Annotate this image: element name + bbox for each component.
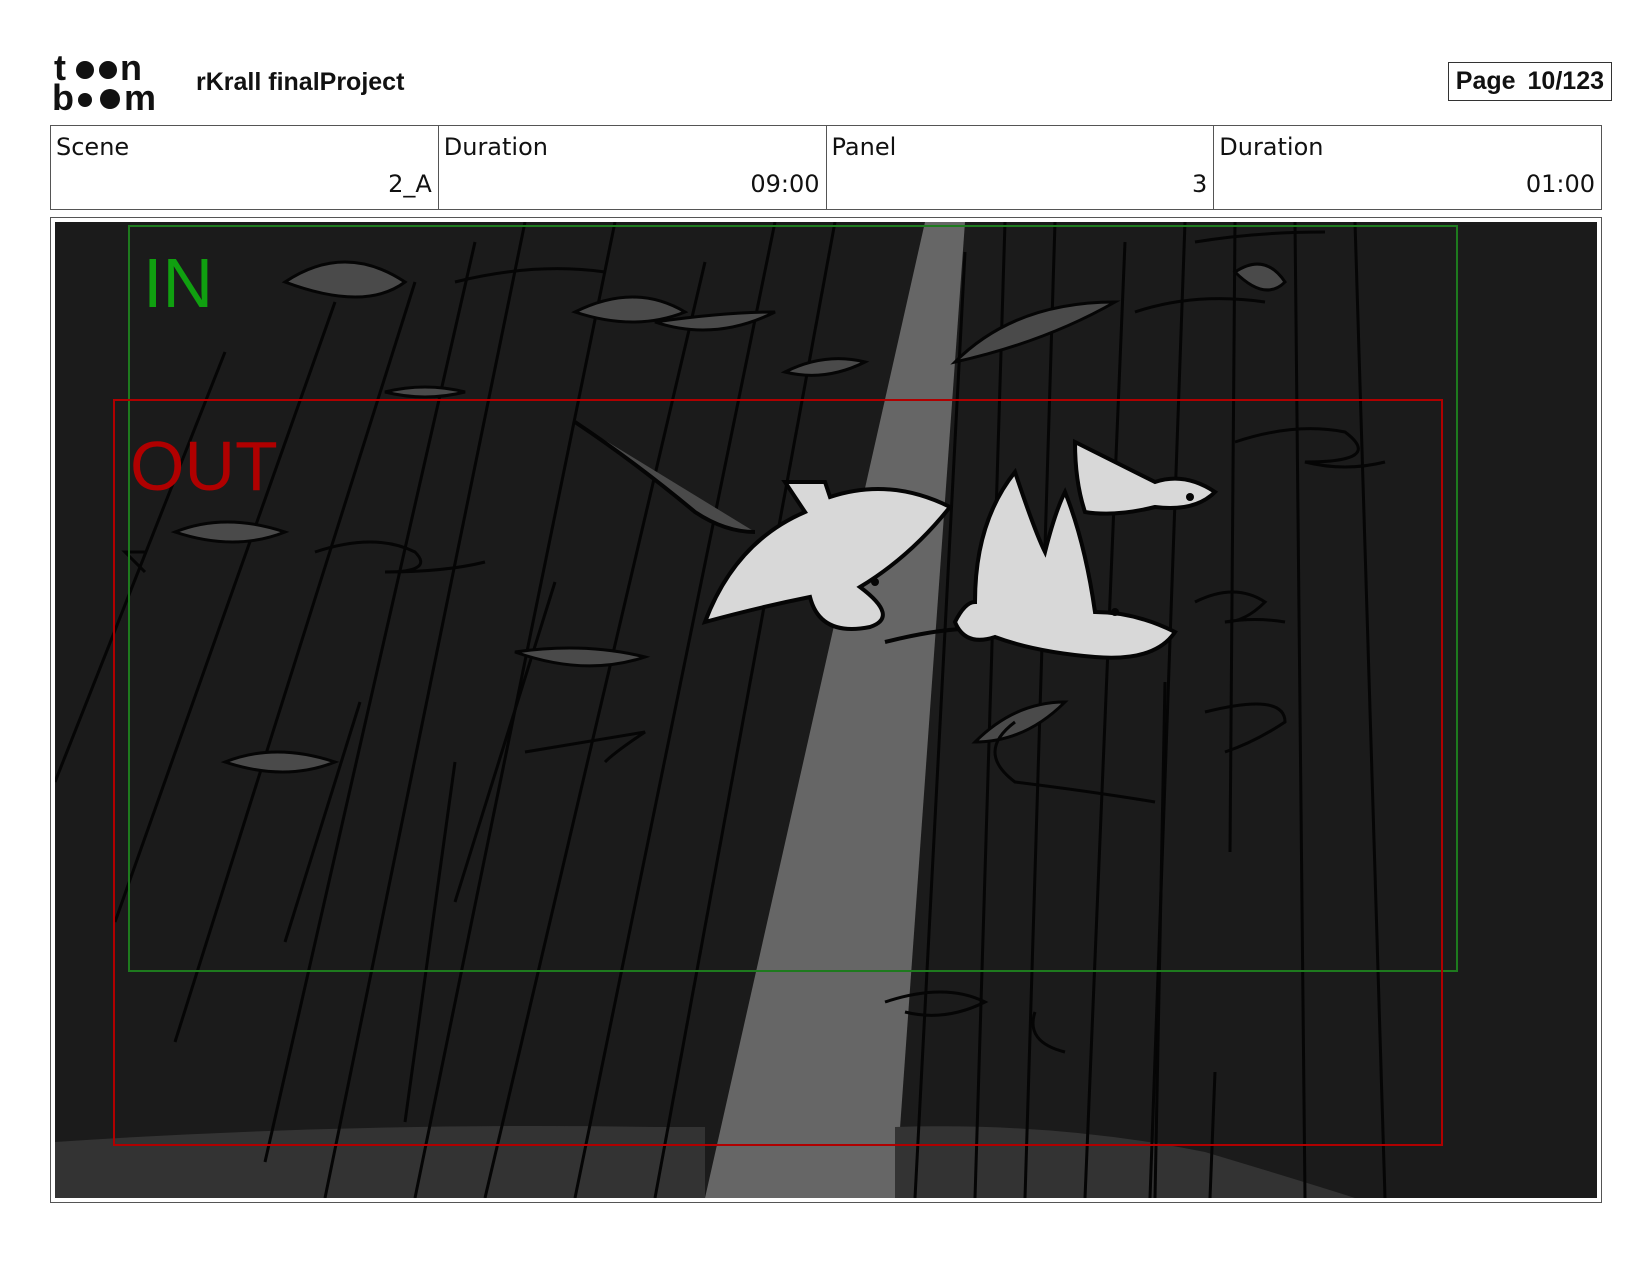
panel-cell: Panel 3 — [827, 126, 1215, 209]
svg-text:m: m — [124, 77, 156, 114]
toonboom-logo: t n b m — [52, 52, 156, 114]
scene-duration-label: Duration — [443, 133, 548, 161]
panel-duration-value: 01:00 — [1525, 170, 1595, 198]
svg-text:b: b — [52, 77, 74, 114]
out-frame-label: OUT — [130, 427, 278, 505]
scene-duration-value: 09:00 — [750, 170, 820, 198]
panel-duration-label: Duration — [1219, 133, 1324, 161]
project-title: rKrall finalProject — [196, 68, 405, 96]
page-header: t n b m rKrall finalProject Page 10/123 — [52, 52, 1612, 114]
scene-value: 2_A — [388, 170, 432, 198]
scene-cell: Scene 2_A — [51, 126, 439, 209]
ground — [55, 1126, 705, 1198]
page-number: 10/123 — [1527, 67, 1604, 95]
scene-label: Scene — [56, 133, 130, 161]
scene-duration-cell: Duration 09:00 — [439, 126, 827, 209]
page-indicator: Page 10/123 — [1447, 62, 1612, 101]
panel-drawing — [55, 222, 1597, 1198]
page-label: Page — [1455, 67, 1516, 95]
panel-label: Panel — [831, 133, 897, 161]
panel-value: 3 — [1191, 170, 1208, 198]
panel-duration-cell: Duration 01:00 — [1214, 126, 1601, 209]
storyboard-panel: IN OUT — [50, 217, 1602, 1203]
scene-info-table: Scene 2_A Duration 09:00 Panel 3 Duratio… — [50, 125, 1602, 210]
in-frame-label: IN — [143, 244, 213, 322]
